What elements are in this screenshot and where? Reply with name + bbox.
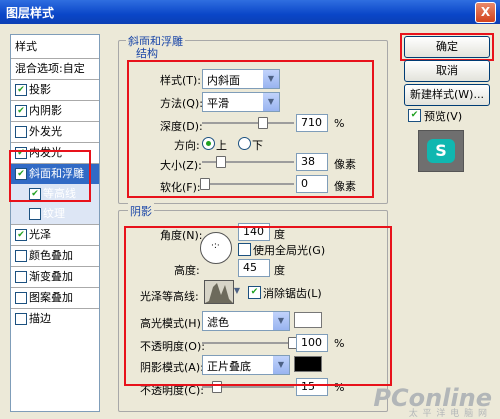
checkbox[interactable] bbox=[15, 271, 27, 283]
title-bar: 图层样式 X bbox=[0, 0, 500, 24]
checkbox[interactable] bbox=[15, 250, 27, 262]
shading-title: 阴影 bbox=[128, 203, 154, 219]
preview-label: 预览(V) bbox=[424, 110, 463, 123]
sidebar-item-color-overlay[interactable]: 颜色叠加 bbox=[11, 246, 99, 266]
watermark-subtitle: 太 平 洋 电 脑 网 bbox=[408, 409, 488, 419]
highlight-box-ok bbox=[400, 33, 494, 61]
style-preview: S bbox=[418, 130, 464, 172]
checkbox[interactable] bbox=[29, 208, 41, 220]
close-button[interactable]: X bbox=[475, 2, 496, 23]
highlight-box-sidebar bbox=[9, 150, 91, 202]
preview-shape-icon: S bbox=[427, 139, 455, 163]
sidebar-item-texture[interactable]: 纹理 bbox=[11, 204, 99, 224]
cancel-button[interactable]: 取消 bbox=[404, 60, 490, 82]
window-title: 图层样式 bbox=[6, 6, 55, 20]
highlight-box-shading bbox=[124, 226, 392, 386]
sidebar-item-outer-glow[interactable]: 外发光 bbox=[11, 122, 99, 142]
new-style-button[interactable]: 新建样式(W)... bbox=[404, 84, 490, 106]
sidebar-item-drop-shadow[interactable]: ✔ 投影 bbox=[11, 80, 99, 100]
checkbox[interactable] bbox=[15, 292, 27, 304]
structure-title: 结构 bbox=[134, 45, 160, 61]
sidebar-item-stroke[interactable]: 描边 bbox=[11, 309, 99, 329]
checkbox[interactable] bbox=[15, 126, 27, 138]
check-icon[interactable]: ✔ bbox=[15, 105, 27, 117]
check-icon[interactable]: ✔ bbox=[15, 84, 27, 96]
sidebar-item-blend-options[interactable]: 混合选项:自定 bbox=[11, 59, 99, 79]
styles-sidebar: 样式 混合选项:自定 ✔ 投影 ✔ 内阴影 外发光 ✔ 内发光 ✔ 斜面和浮雕 ✔ 等高线… bbox=[10, 34, 100, 412]
sidebar-header: 样式 bbox=[15, 40, 37, 53]
highlight-box-structure bbox=[127, 60, 374, 198]
sidebar-item-inner-shadow[interactable]: ✔ 内阴影 bbox=[11, 101, 99, 121]
sidebar-item-satin[interactable]: ✔ 光泽 bbox=[11, 225, 99, 245]
preview-checkbox[interactable]: ✔ bbox=[408, 109, 421, 122]
sidebar-item-pattern-overlay[interactable]: 图案叠加 bbox=[11, 288, 99, 308]
sidebar-item-gradient-overlay[interactable]: 渐变叠加 bbox=[11, 267, 99, 287]
check-icon[interactable]: ✔ bbox=[15, 229, 27, 241]
checkbox[interactable] bbox=[15, 313, 27, 325]
